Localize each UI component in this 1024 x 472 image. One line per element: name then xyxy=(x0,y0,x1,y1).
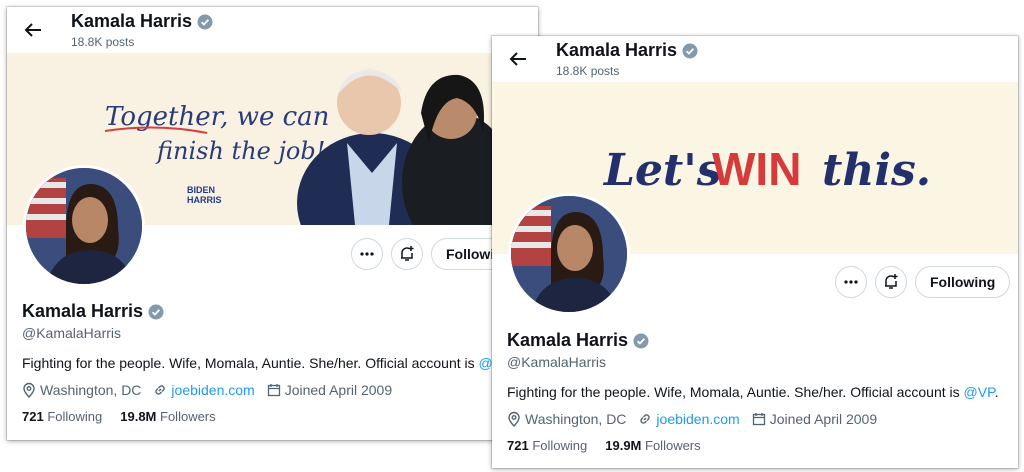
more-button[interactable] xyxy=(835,266,867,298)
more-dots-icon xyxy=(844,280,858,284)
post-count: 18.8K posts xyxy=(71,35,135,49)
profile-bio: Fighting for the people. Wife, Momala, A… xyxy=(22,355,511,371)
profile-meta: Washington, DC joebiden.com Joined April… xyxy=(507,411,999,427)
location: Washington, DC xyxy=(507,411,626,427)
profile-info: Kamala Harris @KamalaHarris Fighting for… xyxy=(507,330,999,453)
banner-line2: finish the job! xyxy=(155,137,325,165)
profile-handle: @KamalaHarris xyxy=(22,325,122,341)
biden-logo-bottom: HARRIS xyxy=(187,195,222,205)
verified-badge-icon xyxy=(197,14,213,29)
verified-badge-icon xyxy=(148,304,164,319)
banner-word-lets: Let's xyxy=(602,145,722,196)
profile-meta: Washington, DC joebiden.com Joined April… xyxy=(22,382,511,398)
link-icon xyxy=(640,414,651,424)
following-count[interactable]: 721 Following xyxy=(507,438,587,453)
profile-header: Kamala Harris 18.8K posts xyxy=(492,36,1018,82)
banner-word-win: WIN xyxy=(712,143,801,195)
notifications-button[interactable] xyxy=(875,266,907,298)
profile-header: Kamala Harris 18.8K posts xyxy=(7,7,538,53)
website-link[interactable]: joebiden.com xyxy=(656,411,739,427)
profile-stats: 721 Following 19.8M Followers xyxy=(22,409,511,424)
profile-stats: 721 Following 19.9M Followers xyxy=(507,438,999,453)
profile-info: Kamala Harris @KamalaHarris Fighting for… xyxy=(22,301,511,424)
website-link[interactable]: joebiden.com xyxy=(171,382,254,398)
old-profile-screenshot: Kamala Harris 18.8K posts Together, we c… xyxy=(7,7,538,440)
joined-date: Joined April 2009 xyxy=(752,411,877,427)
location: Washington, DC xyxy=(22,382,141,398)
header-name: Kamala Harris xyxy=(556,40,698,61)
followers-count[interactable]: 19.9M Followers xyxy=(605,438,700,453)
bio-vp-link[interactable]: @VP xyxy=(964,384,995,400)
website: joebiden.com xyxy=(638,411,740,427)
following-count[interactable]: 721 Following xyxy=(22,409,102,424)
bell-plus-icon xyxy=(401,246,414,261)
location-pin-icon xyxy=(508,411,520,427)
profile-name: Kamala Harris xyxy=(507,330,999,351)
banner-word-this: this. xyxy=(822,145,931,196)
more-button[interactable] xyxy=(351,238,383,270)
banner-photo xyxy=(297,69,512,225)
following-button[interactable]: Following xyxy=(915,266,1011,298)
verified-badge-icon xyxy=(633,333,649,348)
bell-plus-icon xyxy=(885,274,898,289)
link-icon xyxy=(155,385,166,395)
back-arrow-icon[interactable] xyxy=(23,20,43,40)
calendar-icon xyxy=(752,413,765,426)
calendar-icon xyxy=(267,384,280,397)
post-count: 18.8K posts xyxy=(556,64,620,78)
profile-name: Kamala Harris xyxy=(22,301,511,322)
profile-avatar[interactable] xyxy=(23,165,145,287)
verified-badge-icon xyxy=(682,43,698,58)
joined-date: Joined April 2009 xyxy=(267,382,392,398)
followers-count[interactable]: 19.8M Followers xyxy=(120,409,215,424)
avatar-photo xyxy=(26,168,142,284)
profile-avatar[interactable] xyxy=(508,193,630,315)
profile-actions: Following xyxy=(835,266,1011,298)
profile-bio: Fighting for the people. Wife, Momala, A… xyxy=(507,384,999,400)
location-pin-icon xyxy=(23,382,35,398)
back-arrow-icon[interactable] xyxy=(508,49,528,69)
avatar-photo xyxy=(511,196,627,312)
biden-logo-top: BIDEN xyxy=(187,185,215,195)
website: joebiden.com xyxy=(153,382,255,398)
more-dots-icon xyxy=(360,252,374,256)
header-name: Kamala Harris xyxy=(71,11,213,32)
new-profile-screenshot: Kamala Harris 18.8K posts Let's WIN this… xyxy=(492,36,1018,468)
profile-handle: @KamalaHarris xyxy=(507,354,607,370)
notifications-button[interactable] xyxy=(391,238,423,270)
